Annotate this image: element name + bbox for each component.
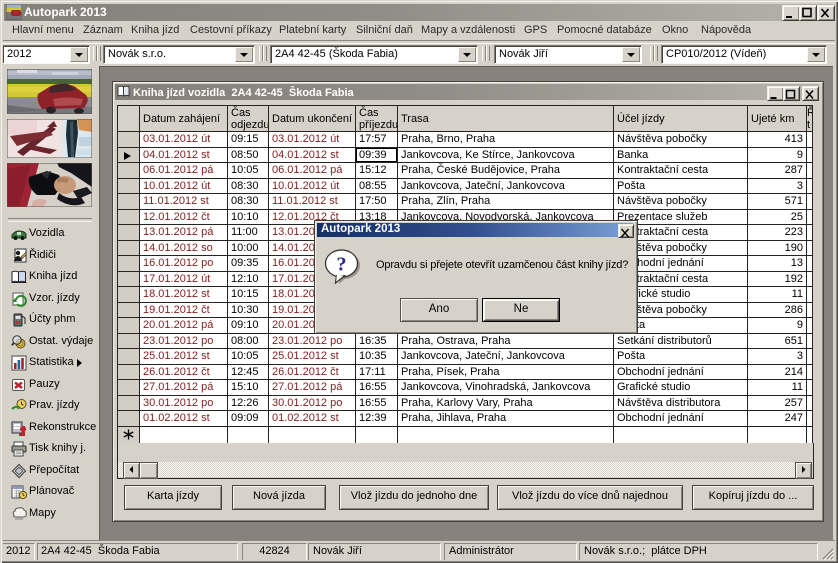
svg-text:?: ? [337,254,347,276]
